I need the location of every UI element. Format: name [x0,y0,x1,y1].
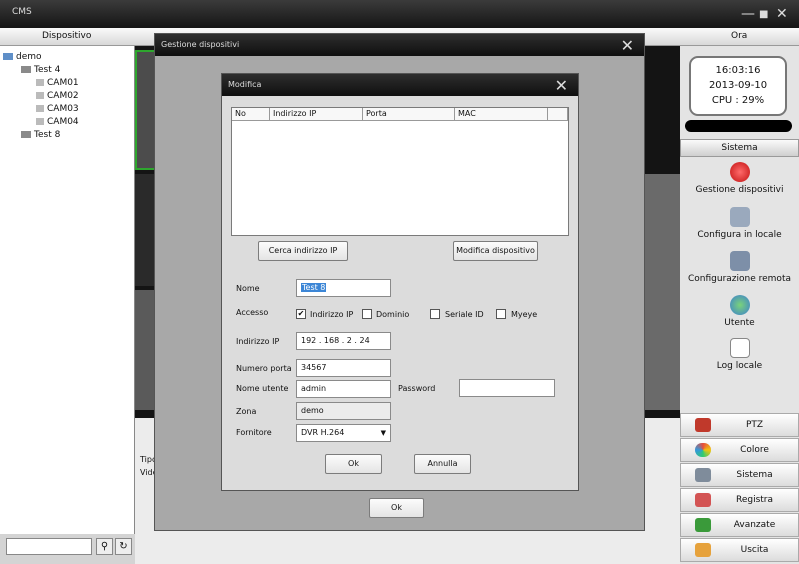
username-label: Nome utente [236,384,289,393]
dvr-icon [21,66,31,73]
camera-icon [36,79,44,86]
myeye-checkbox[interactable] [496,309,506,319]
search-ip-button[interactable]: Cerca indirizzo IP [258,241,348,261]
tree-node-cam03[interactable]: CAM03 [36,104,79,114]
search-results-list[interactable]: No Indirizzo IP Porta MAC [231,107,569,236]
device-tree: demo Test 4 CAM01 CAM02 CAM03 CAM04 Test… [0,46,135,534]
remote-config-icon [729,251,750,271]
restore-icon[interactable]: ■ [759,9,768,20]
serial-id-checkbox[interactable] [430,309,440,319]
column-mac[interactable]: MAC [455,108,548,121]
password-label: Password [398,384,436,393]
local-config-item[interactable]: Configura in locale [680,207,799,240]
modify-title: Modifica [228,80,262,89]
record-icon [695,493,711,507]
port-label: Numero porta [236,364,292,373]
camera-icon [36,105,44,112]
ok-button[interactable]: Ok [325,454,382,474]
column-port[interactable]: Porta [363,108,455,121]
ip-access-checkbox[interactable]: ✔ [296,309,306,319]
close-icon[interactable]: ✕ [555,76,568,95]
exit-button[interactable]: Uscita [680,538,799,562]
user-item[interactable]: Utente [680,295,799,328]
myeye-label: Myeye [511,310,538,319]
close-app-icon[interactable]: ✕ [776,6,788,22]
app-title: CMS [12,7,32,17]
device-manager-icon [729,162,750,182]
close-icon[interactable]: ✕ [621,36,634,55]
system-header: Sistema [680,139,799,157]
access-label: Accesso [236,308,269,317]
ip-access-label: Indirizzo IP [310,310,354,319]
device-manager-item[interactable]: Gestione dispositivi [680,162,799,195]
folder-icon [3,53,13,60]
domain-label: Dominio [376,310,410,319]
tree-node-cam01[interactable]: CAM01 [36,78,79,88]
tree-node-test8[interactable]: Test 8 [21,130,60,140]
camera-icon [36,92,44,99]
date-value: 2013-09-10 [708,80,768,91]
time-header: Ora [731,31,748,41]
tree-search-input[interactable] [6,538,92,555]
color-button[interactable]: Colore [680,438,799,462]
modify-titlebar: Modifica ✕ [222,74,578,96]
download-arrow-icon [695,518,711,532]
status-bar [685,120,792,132]
status-clock: 16:03:16 2013-09-10 CPU : 29% [689,56,787,116]
system-button[interactable]: Sistema [680,463,799,487]
modify-device-button[interactable]: Modifica dispositivo [453,241,538,261]
ptz-button[interactable]: PTZ [680,413,799,437]
user-icon [729,295,750,315]
cpu-value: CPU : 29% [711,95,765,106]
device-manager-ok-button[interactable]: Ok [369,498,424,518]
right-panel: 16:03:16 2013-09-10 CPU : 29% Sistema Ge… [680,46,799,564]
cancel-button[interactable]: Annulla [414,454,471,474]
column-ip[interactable]: Indirizzo IP [270,108,363,121]
dvr-icon [21,131,31,138]
vendor-select[interactable]: DVR H.264 ▼ [296,424,391,442]
tree-node-cam04[interactable]: CAM04 [36,117,79,127]
local-log-item[interactable]: Log locale [680,338,799,371]
tree-node-cam02[interactable]: CAM02 [36,91,79,101]
app-title-bar: CMS — ■ ✕ [0,0,799,28]
column-empty [548,108,568,121]
time-value: 16:03:16 [715,65,761,76]
document-icon [729,338,750,358]
minimize-icon[interactable]: — [741,6,755,22]
color-icon [695,443,711,457]
local-config-icon [729,207,750,227]
system-icon [695,468,711,482]
ptz-icon [695,418,711,432]
port-field[interactable]: 34567 [296,359,391,377]
serial-id-label: Seriale ID [445,310,484,319]
password-field[interactable] [459,379,555,397]
ip-field[interactable]: 192 . 168 . 2 . 24 [296,332,391,350]
username-field[interactable]: admin [296,380,391,398]
column-no[interactable]: No [232,108,270,121]
device-manager-titlebar: Gestione dispositivi ✕ [155,34,644,56]
modify-dialog: Modifica ✕ No Indirizzo IP Porta MAC Cer… [221,73,579,491]
zone-field[interactable]: demo [296,402,391,420]
tree-node-test4[interactable]: Test 4 [21,65,60,75]
ip-label: Indirizzo IP [236,337,280,346]
chevron-down-icon: ▼ [380,429,386,437]
search-icon[interactable]: ⚲ [96,538,113,555]
tree-node-demo[interactable]: demo [3,52,42,62]
refresh-icon[interactable]: ↻ [115,538,132,555]
device-manager-title: Gestione dispositivi [161,40,240,49]
devices-header: Dispositivo [42,31,92,41]
domain-checkbox[interactable] [362,309,372,319]
exit-icon [695,543,711,557]
zone-label: Zona [236,407,257,416]
camera-icon [36,118,44,125]
name-label: Nome [236,284,260,293]
record-button[interactable]: Registra [680,488,799,512]
advanced-button[interactable]: Avanzate [680,513,799,537]
name-field[interactable]: Test 8 [296,279,391,297]
remote-config-item[interactable]: Configurazione remota [680,251,799,284]
vendor-label: Fornitore [236,428,272,437]
